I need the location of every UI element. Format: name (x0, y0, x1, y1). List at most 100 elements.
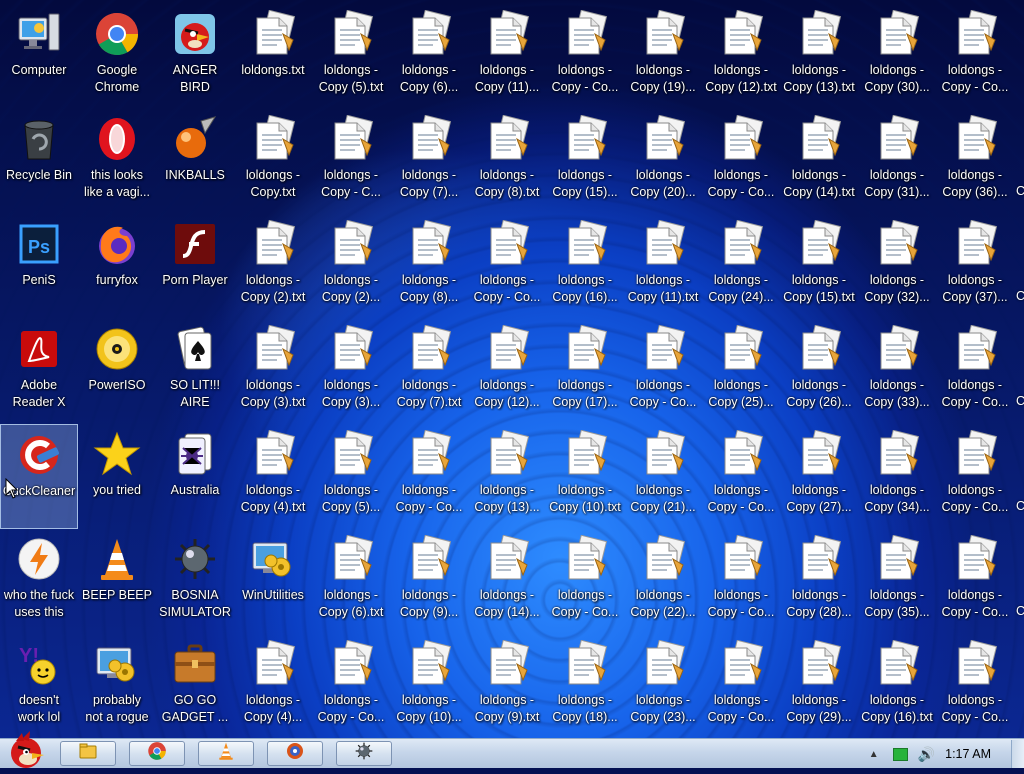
taskbar-button[interactable] (60, 741, 116, 766)
desktop-icon[interactable]: INKBALLS (156, 109, 234, 214)
desktop-icon[interactable]: loldongs - Copy (15).txt (780, 214, 858, 319)
desktop-icon[interactable]: loldongs - Copy.txt (234, 109, 312, 214)
desktop-icon[interactable]: loldongs - Copy - Co... (936, 634, 1014, 738)
taskbar-button[interactable] (336, 741, 392, 766)
clock[interactable]: 1:17 AM (945, 747, 991, 761)
desktop-icon[interactable]: this looks like a vagi... (78, 109, 156, 214)
desktop-icon[interactable]: furryfox (78, 214, 156, 319)
desktop-icon[interactable]: loldongs - Copy (8)... (390, 214, 468, 319)
desktop-icon[interactable]: loldongs - Copy - Co... (702, 109, 780, 214)
desktop-icon[interactable]: loldongs - Copy (21)... (624, 424, 702, 529)
desktop-icon[interactable]: loldongs - Copy - Co... (702, 424, 780, 529)
desktop-icon[interactable]: loldongs - Copy (10).txt (546, 424, 624, 529)
desktop-icon[interactable]: loldongs - Copy (6).txt (312, 529, 390, 634)
desktop-icon[interactable]: ANGER BIRD (156, 4, 234, 109)
desktop-icon[interactable]: loldongs - Copy (8).txt (468, 109, 546, 214)
desktop-icon[interactable]: loldongs - Copy (13).txt (780, 4, 858, 109)
desktop-icon[interactable]: loldongs - Copy (19)... (624, 4, 702, 109)
show-hidden-icons-icon[interactable]: ▲ (869, 749, 879, 760)
desktop-icon[interactable]: loldongs - Copy (29)... (780, 634, 858, 738)
desktop-icon[interactable]: loldongs - Copy (2).txt (234, 214, 312, 319)
desktop-icon[interactable]: Adobe Reader X (0, 319, 78, 424)
network-icon[interactable] (892, 747, 908, 761)
desktop-icon[interactable]: Google Chrome (78, 4, 156, 109)
desktop-icon[interactable]: Australia (156, 424, 234, 529)
desktop-icon[interactable]: loldongs - Copy (16)... (546, 214, 624, 319)
desktop-icon[interactable]: PowerISO (78, 319, 156, 424)
desktop-icon[interactable]: loldongs - Copy (26)... (780, 319, 858, 424)
desktop-icon[interactable]: you tried (78, 424, 156, 529)
desktop-icon[interactable]: loldongs - Copy (31)... (858, 109, 936, 214)
desktop-icon[interactable]: loldongs - Copy (33)... (858, 319, 936, 424)
volume-icon[interactable]: 🔊 (918, 746, 935, 763)
desktop-icon[interactable]: Recycle Bin (0, 109, 78, 214)
desktop-icon[interactable]: loldongs - Copy (16).txt (858, 634, 936, 738)
desktop-icon[interactable]: loldongs - Copy - Co... (546, 529, 624, 634)
show-desktop-button[interactable] (1011, 740, 1024, 768)
desktop-icon[interactable]: loldongs - Copy - Co... (468, 214, 546, 319)
desktop-icon[interactable]: Ps PeniS (0, 214, 78, 319)
desktop-icon[interactable]: loldongs - Copy (3)... (312, 319, 390, 424)
desktop-icon[interactable]: loldongs - Copy - Co... (546, 4, 624, 109)
desktop-icon[interactable]: loldongs - Copy (37)... (936, 214, 1014, 319)
desktop-icon[interactable]: Computer (0, 4, 78, 109)
desktop-icon[interactable]: loldongs - Copy (35)... (858, 529, 936, 634)
desktop-icon[interactable]: loldongs - Copy (5).txt (312, 4, 390, 109)
desktop-icon[interactable]: loldongs - Copy (24)... (702, 214, 780, 319)
desktop-icon[interactable]: loldongs - Copy (32)... (858, 214, 936, 319)
desktop-icon[interactable]: loldongs - Copy (17)... (546, 319, 624, 424)
desktop-icon[interactable]: loldongs - Copy (6)... (390, 4, 468, 109)
desktop-icon[interactable]: WinUtilities (234, 529, 312, 634)
desktop[interactable]: Computer Recycle Bin Ps PeniS Adobe Reader X… (0, 0, 1024, 738)
desktop-icon[interactable]: Y! doesn't work lol (0, 634, 78, 738)
desktop-icon[interactable]: loldongs - Copy (10)... (390, 634, 468, 738)
desktop-icon[interactable]: loldongs - Copy - Co... (936, 319, 1014, 424)
desktop-icon[interactable]: who the fuck uses this (0, 529, 78, 634)
desktop-icon[interactable]: loldongs - Copy - Co... (936, 424, 1014, 529)
desktop-icon[interactable]: loldongs - Copy (36)... (936, 109, 1014, 214)
desktop-icon[interactable]: GO GO GADGET ... (156, 634, 234, 738)
desktop-icon[interactable]: loldongs - Copy (14)... (468, 529, 546, 634)
desktop-icon[interactable]: CuckCleaner (0, 424, 78, 529)
desktop-icon[interactable]: Porn Player (156, 214, 234, 319)
desktop-icon[interactable]: loldongs - Copy (13)... (468, 424, 546, 529)
desktop-icon[interactable]: loldongs - Copy (3).txt (234, 319, 312, 424)
desktop-icon[interactable]: loldongs - Copy - Co... (624, 319, 702, 424)
desktop-icon[interactable]: loldongs - Copy - Co... (702, 634, 780, 738)
desktop-icon[interactable]: loldongs - Copy (9)... (390, 529, 468, 634)
desktop-icon[interactable]: loldongs - Copy (12).txt (702, 4, 780, 109)
desktop-icon[interactable]: loldongs - Copy (22)... (624, 529, 702, 634)
desktop-icon[interactable]: loldongs - Copy (15)... (546, 109, 624, 214)
desktop-icon[interactable]: loldongs - Copy (7).txt (390, 319, 468, 424)
start-button[interactable] (2, 731, 52, 769)
taskbar-button[interactable] (198, 741, 254, 766)
desktop-icon[interactable]: loldongs - Copy (7)... (390, 109, 468, 214)
desktop-icon[interactable]: loldongs - Copy (14).txt (780, 109, 858, 214)
desktop-icon[interactable]: loldongs - Copy (4).txt (234, 424, 312, 529)
desktop-icon[interactable]: loldongs - Copy (12)... (468, 319, 546, 424)
desktop-icon[interactable]: SO LIT!!! AIRE (156, 319, 234, 424)
desktop-icon[interactable]: loldongs - Copy - Co... (936, 529, 1014, 634)
desktop-icon[interactable]: loldongs - Copy (5)... (312, 424, 390, 529)
desktop-icon[interactable]: loldongs - Copy - Co... (312, 634, 390, 738)
desktop-icon[interactable]: loldongs - Copy (2)... (312, 214, 390, 319)
desktop-icon[interactable]: loldongs - Copy (28)... (780, 529, 858, 634)
taskbar-button[interactable] (267, 741, 323, 766)
desktop-icon[interactable]: loldongs - Copy (34)... (858, 424, 936, 529)
desktop-icon[interactable]: loldongs - Copy (11)... (468, 4, 546, 109)
desktop-icon[interactable]: loldongs - Copy (23)... (624, 634, 702, 738)
desktop-icon[interactable]: loldongs - Copy (4)... (234, 634, 312, 738)
desktop-icon[interactable]: loldongs - Copy (30)... (858, 4, 936, 109)
desktop-icon[interactable]: BEEP BEEP (78, 529, 156, 634)
desktop-icon[interactable]: loldongs - Copy (20)... (624, 109, 702, 214)
desktop-icon[interactable]: loldongs.txt (234, 4, 312, 109)
desktop-icon[interactable]: loldongs - Copy (9).txt (468, 634, 546, 738)
desktop-icon[interactable]: loldongs - Copy (11).txt (624, 214, 702, 319)
desktop-icon[interactable]: loldongs - Copy - Co... (936, 4, 1014, 109)
desktop-icon[interactable]: loldongs - Copy (27)... (780, 424, 858, 529)
desktop-icon[interactable]: BOSNIA SIMULATOR (156, 529, 234, 634)
desktop-icon[interactable]: loldongs - Copy - Co... (702, 529, 780, 634)
taskbar-button[interactable] (129, 741, 185, 766)
desktop-icon[interactable]: probably not a rogue (78, 634, 156, 738)
desktop-icon[interactable]: loldongs - Copy (18)... (546, 634, 624, 738)
